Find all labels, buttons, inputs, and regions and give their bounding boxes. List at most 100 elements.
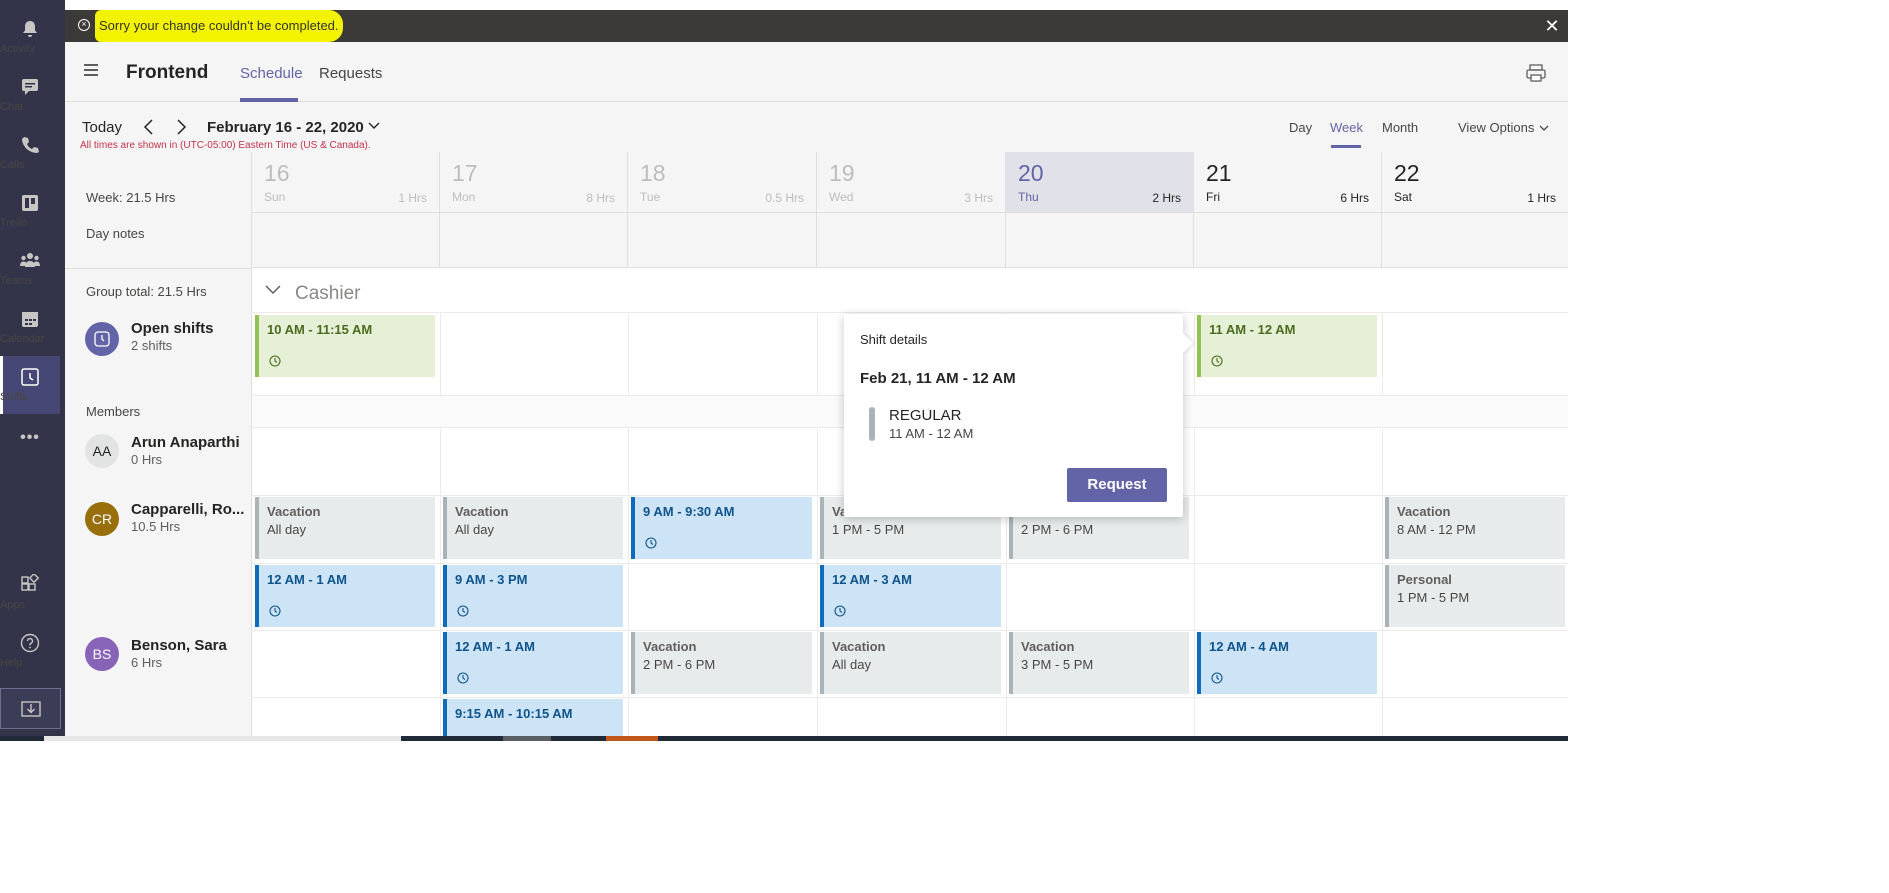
bell-icon <box>23 21 37 37</box>
day-header-thu[interactable]: 20 Thu 2 Hrs <box>1006 152 1194 213</box>
shift-time: 11 AM - 12 AM <box>1209 322 1296 337</box>
apps-icon <box>21 574 40 591</box>
shift-card[interactable]: 9 AM - 3 PM <box>443 565 623 627</box>
clock-icon <box>94 331 110 347</box>
day-name: Sun <box>264 190 286 204</box>
day-note-cell[interactable] <box>252 213 440 268</box>
group-name: Cashier <box>295 283 361 304</box>
member-hours: 6 Hrs <box>131 655 163 670</box>
open-shift-card[interactable]: 11 AM - 12 AM <box>1197 315 1377 377</box>
rail-item-calls[interactable]: Calls <box>0 124 60 182</box>
more-apps-button[interactable]: ••• <box>0 418 60 458</box>
timeoff-type: Personal <box>1397 572 1452 587</box>
timeoff-card[interactable]: Vacation 3 PM - 5 PM <box>1009 632 1189 694</box>
group-header-cashier[interactable]: Cashier <box>252 268 1568 313</box>
close-icon[interactable]: ✕ <box>1542 16 1562 36</box>
day-header-sat[interactable]: 22 Sat 1 Hrs <box>1382 152 1568 213</box>
rail-item-label: Shifts <box>0 391 28 403</box>
print-icon[interactable] <box>1526 64 1546 82</box>
request-button[interactable]: Request <box>1067 468 1167 502</box>
rail-item-shifts[interactable]: Shifts <box>0 356 60 414</box>
hamburger-menu-icon[interactable] <box>84 64 98 76</box>
day-number: 22 <box>1394 160 1420 186</box>
day-name: Mon <box>452 190 476 204</box>
member-name[interactable]: Arun Anaparthi <box>131 434 240 451</box>
member-name[interactable]: Capparelli, Ro... <box>131 501 244 518</box>
day-header-wed[interactable]: 19 Wed 3 Hrs <box>817 152 1006 213</box>
shift-card[interactable]: 12 AM - 3 AM <box>820 565 1001 627</box>
clock-icon <box>457 672 469 684</box>
shift-card[interactable]: 9 AM - 9:30 AM <box>631 497 812 559</box>
day-note-cell[interactable] <box>817 213 1006 268</box>
day-name: Wed <box>829 190 854 204</box>
rail-item-apps[interactable]: Apps <box>0 564 60 622</box>
rail-item-help[interactable]: Help <box>0 622 60 680</box>
view-options-button[interactable]: View Options <box>1458 120 1534 135</box>
day-note-cell[interactable] <box>1006 213 1194 268</box>
day-note-cell[interactable] <box>628 213 817 268</box>
rail-item-trello[interactable]: Trello <box>0 182 60 240</box>
open-shifts-avatar <box>85 322 119 356</box>
group-total: Group total: 21.5 Hrs <box>86 284 207 299</box>
day-header-sun[interactable]: 16 Sun 1 Hrs <box>252 152 440 213</box>
more-icon: ••• <box>20 429 40 446</box>
timeoff-card[interactable]: Vacation All day <box>820 632 1001 694</box>
clock-icon <box>645 537 657 549</box>
timeoff-card[interactable]: Vacation 8 AM - 12 PM <box>1385 497 1565 559</box>
download-button[interactable] <box>0 688 61 729</box>
shift-card[interactable]: 12 AM - 4 AM <box>1197 632 1377 694</box>
teams-window: Activity Chat Calls Trello Teams Calenda… <box>0 0 1568 741</box>
view-day-button[interactable]: Day <box>1289 120 1312 135</box>
date-range-picker[interactable]: February 16 - 22, 2020 <box>207 119 364 136</box>
view-week-button[interactable]: Week <box>1330 120 1363 135</box>
timezone-note: All times are shown in (UTC-05:00) Easte… <box>80 140 371 151</box>
day-name: Sat <box>1394 190 1413 204</box>
view-month-button[interactable]: Month <box>1382 120 1418 135</box>
clock-icon <box>834 605 846 617</box>
day-hours: 1 Hrs <box>1527 191 1556 205</box>
day-header-mon[interactable]: 17 Mon 8 Hrs <box>440 152 628 213</box>
avatar: BS <box>85 637 119 671</box>
timeoff-card[interactable]: Vacation All day <box>255 497 435 559</box>
day-header-tue[interactable]: 18 Tue 0.5 Hrs <box>628 152 817 213</box>
today-button[interactable]: Today <box>82 119 122 136</box>
shift-card[interactable]: 12 AM - 1 AM <box>443 632 623 694</box>
banner-message: Sorry your change couldn't be completed. <box>99 18 339 33</box>
day-hours: 1 Hrs <box>398 191 427 205</box>
highlighted-message: Sorry your change couldn't be completed. <box>95 10 343 42</box>
active-view-indicator <box>1331 145 1361 148</box>
member-name[interactable]: Benson, Sara <box>131 637 227 654</box>
chevron-down-icon[interactable] <box>264 283 282 297</box>
timeoff-card[interactable]: Vacation 2 PM - 6 PM <box>631 632 812 694</box>
timeoff-time: 2 PM - 6 PM <box>1021 522 1094 537</box>
shift-time: 11 AM - 12 AM <box>889 426 974 441</box>
rail-item-calendar[interactable]: Calendar <box>0 298 60 356</box>
next-week-icon[interactable] <box>174 118 188 136</box>
timeoff-type: Vacation <box>455 504 509 519</box>
day-note-cell[interactable] <box>440 213 628 268</box>
chevron-down-icon[interactable] <box>1538 122 1550 134</box>
timeoff-card[interactable]: Personal 1 PM - 5 PM <box>1385 565 1565 627</box>
rail-item-activity[interactable]: Activity <box>0 8 60 66</box>
shift-date: Feb 21, 11 AM - 12 AM <box>860 370 1016 387</box>
member-column: Week: 21.5 Hrs Day notes Group total: 21… <box>65 152 252 736</box>
shift-card[interactable]: 9:15 AM - 10:15 AM <box>443 699 623 739</box>
day-header-fri[interactable]: 21 Fri 6 Hrs <box>1194 152 1382 213</box>
day-note-cell[interactable] <box>1382 213 1568 268</box>
day-number: 18 <box>640 160 666 186</box>
open-shift-card[interactable]: 10 AM - 11:15 AM <box>255 315 435 377</box>
rail-item-teams[interactable]: Teams <box>0 240 60 298</box>
app-header: Frontend Schedule Requests <box>65 42 1568 102</box>
day-number: 20 <box>1018 160 1044 186</box>
tab-requests[interactable]: Requests <box>319 65 382 82</box>
chevron-down-icon[interactable] <box>367 119 381 133</box>
timeoff-card[interactable]: Vacation All day <box>443 497 623 559</box>
previous-week-icon[interactable] <box>142 118 156 136</box>
app-rail: Activity Chat Calls Trello Teams Calenda… <box>0 0 65 736</box>
day-note-cell[interactable] <box>1194 213 1382 268</box>
rail-item-chat[interactable]: Chat <box>0 66 60 124</box>
tab-schedule[interactable]: Schedule <box>240 65 303 82</box>
shift-card[interactable]: 12 AM - 1 AM <box>255 565 435 627</box>
day-number: 17 <box>452 160 478 186</box>
member-hours: 10.5 Hrs <box>131 519 181 534</box>
